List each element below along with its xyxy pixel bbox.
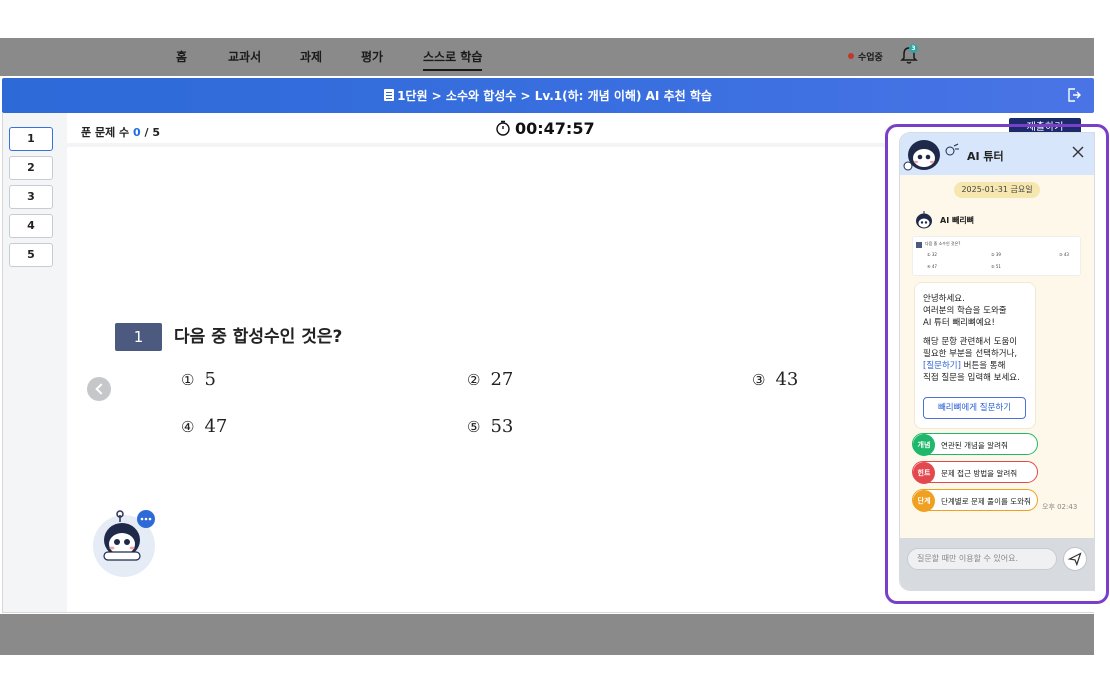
document-icon: [384, 89, 395, 101]
choice-3[interactable]: ③ 43: [752, 369, 798, 390]
choice-2-mark: ②: [467, 371, 481, 389]
choice-4-mark: ④: [181, 418, 195, 436]
question-nav-4[interactable]: 4: [9, 214, 53, 238]
progress-bar: 푼 문제 수 0 / 5 00:47:57: [67, 113, 887, 147]
choice-5-mark: ⑤: [467, 418, 481, 436]
choice-3-value: 43: [775, 369, 799, 390]
choice-5[interactable]: ⑤ 53: [467, 416, 513, 437]
choice-3-mark: ③: [752, 371, 766, 389]
nav-evaluation[interactable]: 평가: [361, 48, 383, 65]
solved-counter: 푼 문제 수 0 / 5: [81, 124, 160, 140]
question-nav-5[interactable]: 5: [9, 243, 53, 267]
choice-4[interactable]: ④ 47: [181, 416, 227, 437]
question-number: 1: [115, 323, 162, 351]
nav-textbook[interactable]: 교과서: [228, 48, 261, 65]
choice-1[interactable]: ①5: [181, 369, 216, 390]
top-nav: 홈 교과서 과제 평가 스스로 학습 수업중 3: [0, 38, 1094, 76]
class-status: 수업중: [858, 53, 883, 63]
timer: 00:47:57: [495, 119, 595, 138]
choice-2-value: 27: [490, 369, 514, 390]
status-dot: [848, 53, 854, 59]
page: 홈 교과서 과제 평가 스스로 학습 수업중 3 1단원 > 소수와 합성수 >…: [0, 0, 1110, 694]
choice-1-mark: ①: [181, 371, 195, 389]
question-nav-2[interactable]: 2: [9, 156, 53, 180]
choice-5-value: 53: [490, 416, 514, 437]
question-nav-3[interactable]: 3: [9, 185, 53, 209]
choice-4-value: 47: [204, 416, 228, 437]
question-nav-1[interactable]: 1: [9, 127, 53, 151]
nav-assignment[interactable]: 과제: [300, 48, 322, 65]
bottom-bar: [0, 614, 1094, 655]
lesson-banner: 1단원 > 소수와 합성수 > Lv.1(하: 개념 이해) AI 추천 학습: [2, 78, 1094, 113]
notification-badge: 3: [909, 44, 918, 53]
solved-total: / 5: [144, 126, 160, 139]
timer-value: 00:47:57: [515, 119, 595, 138]
nav-home[interactable]: 홈: [176, 48, 187, 65]
nav-self-study[interactable]: 스스로 학습: [423, 48, 483, 71]
ai-tutor-robot-icon[interactable]: [90, 508, 162, 578]
exit-icon[interactable]: [1066, 87, 1082, 103]
prev-question-button[interactable]: [87, 377, 111, 401]
choice-2[interactable]: ② 27: [467, 369, 513, 390]
lesson-title-row: 1단원 > 소수와 합성수 > Lv.1(하: 개념 이해) AI 추천 학습: [2, 87, 1094, 104]
question-text: 다음 중 합성수인 것은?: [174, 327, 343, 347]
question-nav: 1 2 3 4 5: [3, 113, 67, 612]
choice-1-value: 5: [204, 369, 216, 390]
lesson-title: 1단원 > 소수와 합성수 > Lv.1(하: 개념 이해) AI 추천 학습: [397, 89, 712, 103]
solved-label: 푼 문제 수: [81, 126, 130, 139]
solved-count: 0: [132, 126, 141, 139]
stopwatch-icon: [496, 120, 510, 136]
tutor-highlight-outline: [885, 124, 1109, 604]
